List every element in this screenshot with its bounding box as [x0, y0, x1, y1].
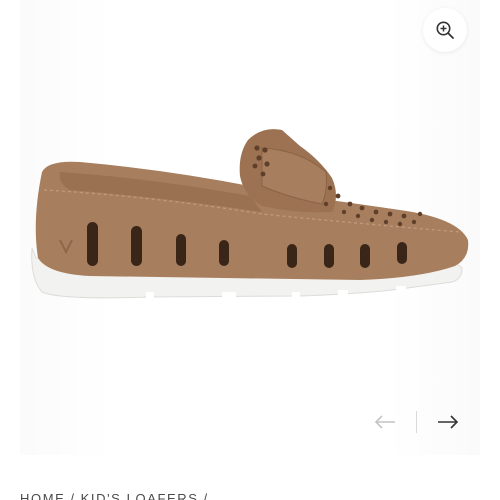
breadcrumb-separator: /	[203, 491, 209, 500]
arrow-right-icon	[438, 415, 459, 429]
breadcrumb-home-link[interactable]: HOME	[20, 491, 65, 500]
zoom-in-icon	[436, 21, 454, 39]
zoom-button[interactable]	[423, 8, 467, 52]
breadcrumb-separator: /	[70, 491, 76, 500]
breadcrumb: HOME / KID'S LOAFERS /	[20, 491, 214, 500]
product-image[interactable]	[0, 0, 500, 500]
previous-image-button[interactable]	[368, 408, 402, 436]
breadcrumb-kids-loafers-link[interactable]: KID'S LOAFERS	[81, 491, 199, 500]
arrow-left-icon	[374, 415, 395, 429]
next-image-button[interactable]	[431, 408, 465, 436]
arrow-divider	[416, 411, 417, 433]
